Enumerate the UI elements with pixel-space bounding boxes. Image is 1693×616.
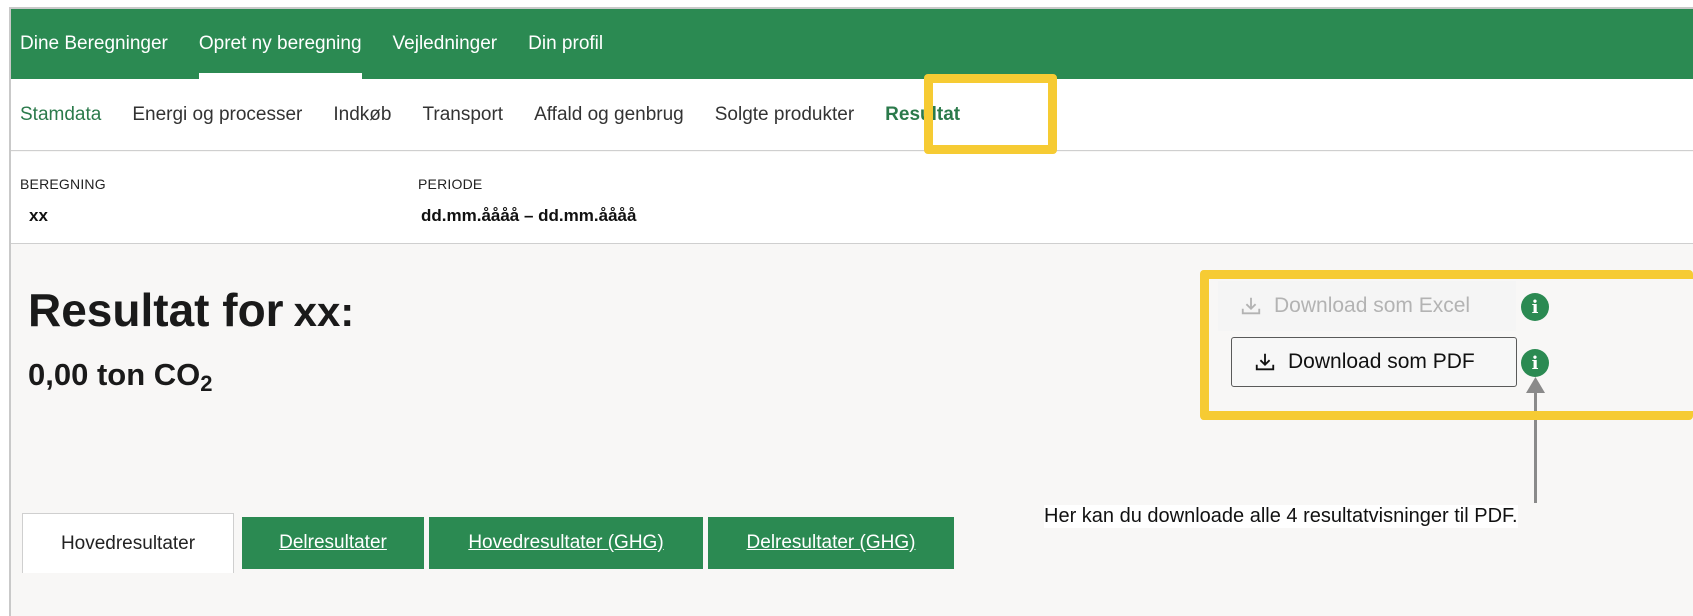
result-title-name: xx: xyxy=(293,288,355,335)
top-navigation: Dine Beregninger Opret ny beregning Vejl… xyxy=(11,9,1693,79)
subnav-solgte-produkter[interactable]: Solgte produkter xyxy=(715,104,854,126)
periode-label: PERIODE xyxy=(418,176,483,192)
app-frame: Dine Beregninger Opret ny beregning Vejl… xyxy=(9,7,1693,616)
subnav-transport[interactable]: Transport xyxy=(422,104,503,126)
beregning-label: BEREGNING xyxy=(20,176,106,192)
tab-delresultater[interactable]: Delresultater xyxy=(242,517,424,569)
callout-arrow-line xyxy=(1534,391,1537,503)
beregning-value: xx xyxy=(29,206,48,225)
periode-value: dd.mm.åååå – dd.mm.åååå xyxy=(421,206,637,225)
result-value-subscript: 2 xyxy=(200,371,213,396)
download-excel-button[interactable]: Download som Excel xyxy=(1218,281,1516,331)
download-excel-label: Download som Excel xyxy=(1274,294,1471,317)
calculation-info: BEREGNING xx PERIODE dd.mm.åååå – dd.mm.… xyxy=(11,152,1693,244)
tab-hovedresultater[interactable]: Hovedresultater xyxy=(22,513,234,573)
result-title-prefix: Resultat for xyxy=(28,284,284,336)
subnav-resultat[interactable]: Resultat xyxy=(885,104,960,126)
tab-hovedresultater-ghg[interactable]: Hovedresultater (GHG) xyxy=(429,517,703,569)
nav-vejledninger[interactable]: Vejledninger xyxy=(393,9,498,79)
subnav-indkob[interactable]: Indkøb xyxy=(333,104,391,126)
result-value-text: 0,00 ton CO xyxy=(28,357,201,392)
result-title: Resultat for xx: xyxy=(28,283,354,337)
nav-dine-beregninger[interactable]: Dine Beregninger xyxy=(20,9,168,79)
excel-info-icon[interactable]: i xyxy=(1521,293,1549,321)
nav-din-profil[interactable]: Din profil xyxy=(528,9,603,79)
subnav-affald-og-genbrug[interactable]: Affald og genbrug xyxy=(534,104,684,126)
subnav-energi-og-processer[interactable]: Energi og processer xyxy=(132,104,302,126)
pdf-info-icon[interactable]: i xyxy=(1521,349,1549,377)
download-pdf-label: Download som PDF xyxy=(1288,350,1475,373)
download-pdf-button[interactable]: Download som PDF xyxy=(1231,337,1517,387)
sub-navigation: Stamdata Energi og processer Indkøb Tran… xyxy=(11,79,1693,151)
download-icon xyxy=(1241,297,1261,315)
tab-delresultater-ghg[interactable]: Delresultater (GHG) xyxy=(708,517,954,569)
callout-arrow-head-icon xyxy=(1526,377,1545,393)
subnav-stamdata[interactable]: Stamdata xyxy=(20,104,101,126)
result-co2-value: 0,00 ton CO2 xyxy=(28,357,213,397)
download-icon xyxy=(1255,353,1275,371)
nav-opret-ny-beregning[interactable]: Opret ny beregning xyxy=(198,9,362,79)
pdf-callout-text: Her kan du downloade alle 4 resultatvisn… xyxy=(1044,505,1518,528)
